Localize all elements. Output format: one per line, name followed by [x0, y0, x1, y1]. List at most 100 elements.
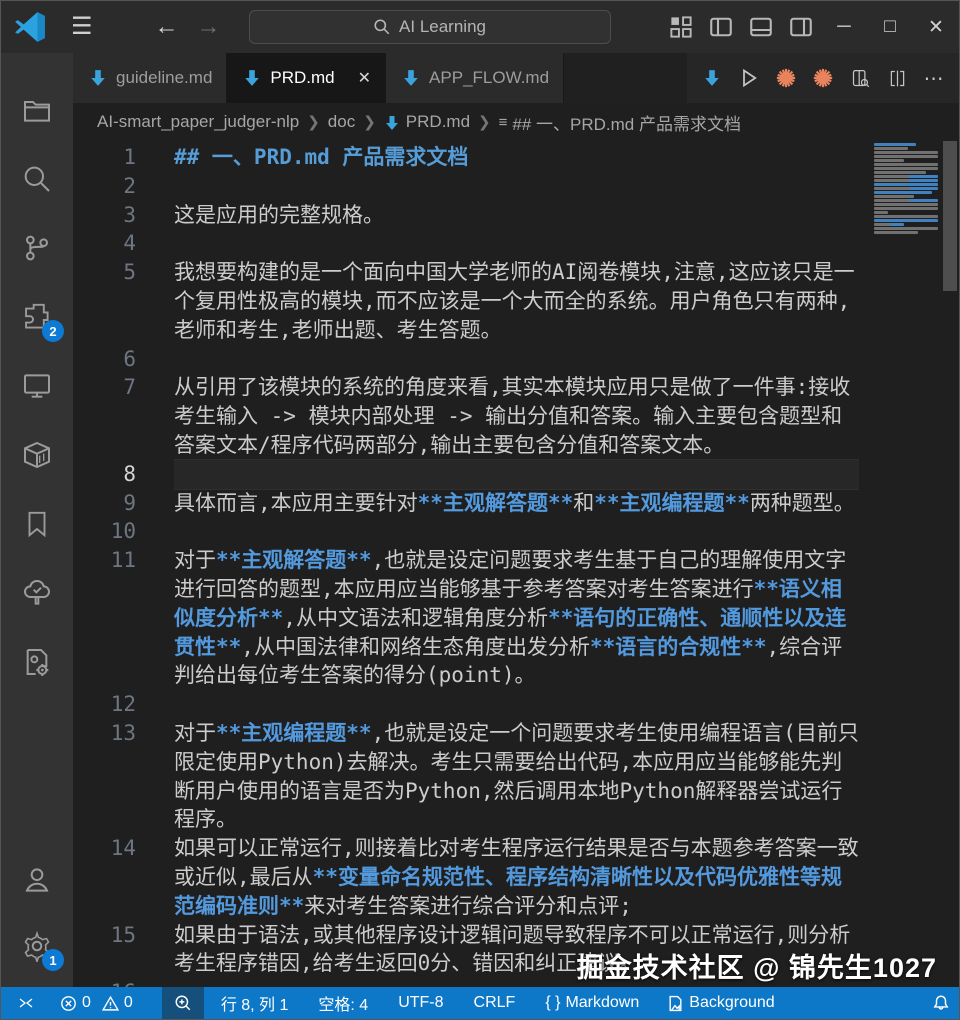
line-text[interactable]: ## 一、PRD.md 产品需求文档	[174, 143, 859, 172]
run-file-icon[interactable]	[734, 63, 764, 93]
zoom-in-icon	[174, 994, 192, 1012]
editor-line[interactable]: 8	[73, 460, 874, 489]
sidebar-item-search[interactable]	[14, 156, 60, 202]
sidebar-item-todo-tree[interactable]	[14, 570, 60, 616]
monitor-icon	[21, 370, 53, 402]
sidebar-item-code-runner[interactable]	[14, 639, 60, 685]
line-number: 2	[73, 172, 136, 201]
forward-arrow-icon[interactable]: →	[197, 15, 221, 39]
editor-line[interactable]: 10	[73, 517, 874, 546]
split-editor-icon[interactable]	[882, 63, 912, 93]
command-search-box[interactable]: AI Learning	[249, 10, 611, 44]
minimap[interactable]	[874, 143, 939, 235]
markdown-download-action-icon[interactable]	[697, 63, 727, 93]
tab-prd-md[interactable]: PRD.md ✕	[227, 53, 386, 103]
line-text[interactable]: 如果可以正常运行,则接着比对考生程序运行结果是否与本题参考答案一致或近似,最后从…	[174, 834, 859, 920]
line-text[interactable]	[174, 345, 859, 374]
editor-line[interactable]: 3这是应用的完整规格。	[73, 201, 874, 230]
minimap-bar	[874, 191, 932, 194]
editor-line[interactable]: 14如果可以正常运行,则接着比对考生程序运行结果是否与本题参考答案一致或近似,最…	[73, 834, 874, 920]
settings-gear-button[interactable]: 1	[14, 923, 60, 969]
line-text[interactable]: 具体而言,本应用主要针对**主观解答题**和**主观编程题**两种题型。	[174, 489, 859, 518]
toggle-panel-icon[interactable]	[744, 10, 778, 44]
accounts-icon[interactable]	[14, 857, 60, 903]
sidebar-item-source-control[interactable]	[14, 225, 60, 271]
more-actions-icon[interactable]: ⋯	[919, 63, 949, 93]
customize-layout-icon[interactable]	[664, 10, 698, 44]
sidebar-item-bookmarks[interactable]	[14, 501, 60, 547]
line-text[interactable]	[174, 460, 859, 489]
minimap-bar	[874, 231, 918, 234]
text-segment: **主观编程题**	[594, 491, 750, 515]
eol-indicator[interactable]: CRLF	[465, 987, 525, 1019]
tab-app-flow-md[interactable]: APP_FLOW.md	[386, 53, 564, 103]
line-number: 6	[73, 345, 136, 374]
line-text[interactable]: 从引用了该模块的系统的角度来看,其实本模块应用只是做了一件事:接收考生输入 ->…	[174, 373, 859, 459]
markdown-file-icon	[243, 69, 261, 87]
breadcrumb-file[interactable]: PRD.md	[406, 112, 470, 132]
title-bar: ☰ ← → AI Learning	[1, 1, 959, 53]
starburst-action-icon[interactable]	[808, 63, 838, 93]
notifications-bell-icon[interactable]	[923, 987, 959, 1019]
editor-line[interactable]: 1## 一、PRD.md 产品需求文档	[73, 143, 874, 172]
line-text[interactable]: 我想要构建的是一个面向中国大学老师的AI阅卷模块,注意,这应该只是一个复用性极高…	[174, 258, 859, 344]
line-text[interactable]	[174, 229, 859, 258]
breadcrumb-project[interactable]: AI-smart_paper_judger-nlp	[97, 112, 299, 132]
sidebar-item-remote-explorer[interactable]	[14, 363, 60, 409]
editor-line[interactable]: 11对于**主观解答题**,也就是设定问题要求考生基于自己的理解使用文字进行回答…	[73, 546, 874, 690]
sidebar-item-containers[interactable]	[14, 432, 60, 478]
toggle-secondary-sidebar-icon[interactable]	[784, 10, 818, 44]
text-segment: 两种题型。	[750, 491, 855, 515]
chevron-right-icon: ❯	[363, 113, 376, 131]
editor-line[interactable]: 13对于**主观编程题**,也就是设定一个问题要求考生使用编程语言(目前只限定使…	[73, 719, 874, 834]
cursor-position[interactable]: 行 8, 列 1	[212, 987, 298, 1019]
line-text[interactable]: 对于**主观编程题**,也就是设定一个问题要求考生使用编程语言(目前只限定使用P…	[174, 719, 859, 834]
tab-close-icon[interactable]: ✕	[358, 68, 371, 88]
line-text[interactable]	[174, 517, 859, 546]
editor-line[interactable]: 7从引用了该模块的系统的角度来看,其实本模块应用只是做了一件事:接收考生输入 -…	[73, 373, 874, 459]
minimap-bar	[874, 203, 938, 206]
sidebar-item-extensions[interactable]: 2	[14, 294, 60, 340]
maximize-button[interactable]: □	[867, 1, 913, 53]
toggle-primary-sidebar-icon[interactable]	[704, 10, 738, 44]
close-button[interactable]: ✕	[913, 1, 959, 53]
line-text[interactable]	[174, 172, 859, 201]
starburst-action-icon[interactable]	[771, 63, 801, 93]
back-arrow-icon[interactable]: ←	[155, 15, 179, 39]
breadcrumb-symbol[interactable]: ## 一、PRD.md 产品需求文档	[512, 110, 741, 135]
editor-line[interactable]: 2	[73, 172, 874, 201]
editor-pane[interactable]: 1## 一、PRD.md 产品需求文档23这是应用的完整规格。45我想要构建的是…	[73, 141, 959, 987]
menu-hamburger-icon[interactable]: ☰	[71, 15, 93, 39]
chevron-right-icon: ❯	[478, 113, 491, 131]
sidebar-item-explorer[interactable]	[14, 87, 60, 133]
problems-indicator[interactable]: 0 0	[51, 987, 142, 1019]
language-mode[interactable]: { } Markdown	[536, 987, 648, 1019]
line-number: 15	[73, 921, 136, 950]
breadcrumb-folder[interactable]: doc	[328, 112, 355, 132]
settings-badge: 1	[42, 949, 64, 971]
minimize-button[interactable]: ─	[821, 1, 867, 53]
editor-line[interactable]: 5我想要构建的是一个面向中国大学老师的AI阅卷模块,注意,这应该只是一个复用性极…	[73, 258, 874, 344]
minimap-bar	[874, 147, 908, 150]
line-text[interactable]: 这是应用的完整规格。	[174, 201, 859, 230]
tab-guideline-md[interactable]: guideline.md	[73, 53, 227, 103]
zoom-status-item[interactable]	[162, 987, 204, 1019]
editor-line[interactable]: 4	[73, 229, 874, 258]
scrollbar-thumb[interactable]	[943, 141, 957, 291]
minimap-bar	[874, 179, 938, 182]
encoding-indicator[interactable]: UTF-8	[389, 987, 452, 1019]
indentation-indicator[interactable]: 空格: 4	[309, 987, 377, 1019]
language-label: Markdown	[565, 994, 639, 1012]
background-label: Background	[689, 994, 774, 1012]
line-text[interactable]	[174, 690, 859, 719]
editor-line[interactable]: 9 具体而言,本应用主要针对**主观解答题**和**主观编程题**两种题型。	[73, 489, 874, 518]
minimap-bar	[874, 155, 938, 158]
editor-line[interactable]: 6	[73, 345, 874, 374]
remote-indicator[interactable]	[1, 987, 51, 1019]
line-text[interactable]: 对于**主观解答题**,也就是设定问题要求考生基于自己的理解使用文字进行回答的题…	[174, 546, 859, 690]
minimap-bar	[874, 227, 938, 230]
open-preview-icon[interactable]	[845, 63, 875, 93]
line-number: 9	[73, 489, 136, 518]
background-extension-item[interactable]: Background	[658, 987, 783, 1019]
editor-line[interactable]: 12	[73, 690, 874, 719]
